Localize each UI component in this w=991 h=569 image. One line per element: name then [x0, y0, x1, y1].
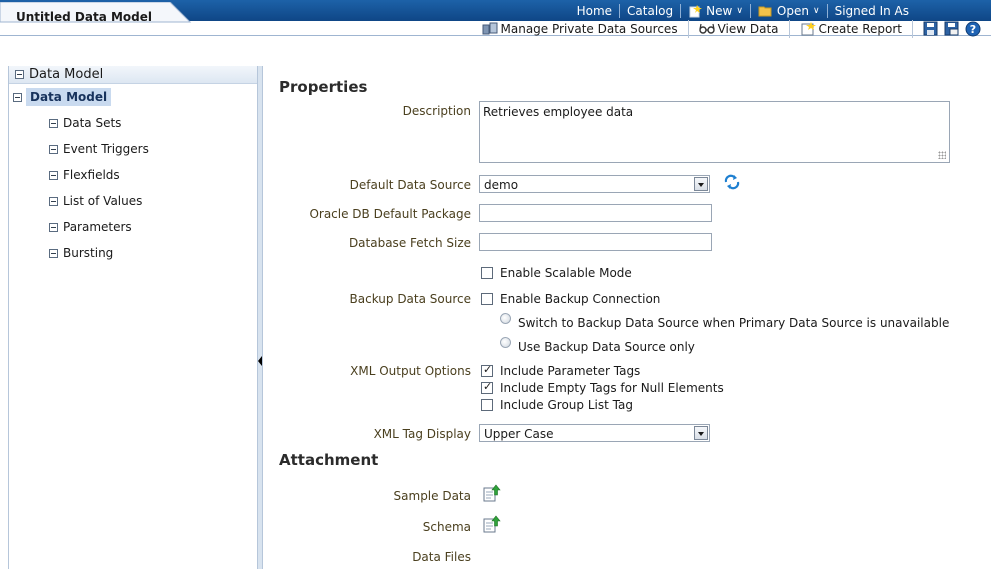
global-links: Home Catalog New ∨ Open ∨ Signed In As — [570, 3, 916, 19]
default-data-source-label: Default Data Source — [349, 178, 471, 192]
parameter-tags-label: Include Parameter Tags — [500, 364, 641, 378]
group-list-tag-checkbox[interactable] — [481, 399, 493, 411]
data-files-label: Data Files — [412, 550, 471, 564]
backup-data-source-label: Backup Data Source — [349, 292, 471, 306]
collapse-icon[interactable] — [15, 70, 24, 79]
save-as-icon[interactable] — [944, 21, 959, 36]
properties-panel: Properties Description Retrieves employe… — [264, 66, 991, 569]
collapse-icon[interactable] — [49, 118, 58, 128]
resize-handle-icon[interactable] — [938, 151, 946, 159]
xml-tag-display-value: Upper Case — [484, 427, 554, 441]
upload-icon[interactable] — [483, 515, 501, 533]
manage-data-sources-button[interactable]: Manage Private Data Sources — [472, 19, 689, 38]
empty-tags-checkbox[interactable] — [481, 380, 493, 394]
sample-data-label: Sample Data — [393, 489, 471, 503]
glasses-icon — [698, 23, 715, 34]
tree-item-event-triggers[interactable]: Event Triggers — [49, 136, 257, 162]
collapse-icon[interactable] — [49, 144, 58, 154]
backup-only-radio[interactable] — [500, 337, 511, 348]
upload-icon[interactable] — [483, 484, 501, 502]
new-menu[interactable]: New ∨ — [680, 4, 750, 18]
db-package-label: Oracle DB Default Package — [309, 207, 471, 221]
svg-text:?: ? — [970, 23, 976, 36]
chevron-down-icon: ∨ — [812, 6, 820, 16]
save-actions: ? — [913, 20, 991, 38]
properties-title: Properties — [279, 78, 368, 96]
save-icon[interactable] — [923, 21, 938, 36]
xml-tag-display-label: XML Tag Display — [373, 427, 471, 441]
group-list-tag-label: Include Group List Tag — [500, 398, 633, 412]
view-data-button[interactable]: View Data — [689, 19, 790, 38]
collapse-icon[interactable] — [49, 222, 58, 232]
db-package-input[interactable] — [479, 204, 712, 222]
collapse-icon[interactable] — [49, 196, 58, 206]
tree-item-flexfields[interactable]: Flexfields — [49, 162, 257, 188]
tree-item-parameters[interactable]: Parameters — [49, 214, 257, 240]
data-model-tree-panel: Data Model Data Model Data Sets Event Tr… — [8, 66, 258, 569]
tree-root-label: Data Model — [26, 88, 112, 106]
tree-item-data-sets[interactable]: Data Sets — [49, 110, 257, 136]
backup-connection-checkbox[interactable] — [481, 293, 493, 305]
chevron-down-icon: ∨ — [736, 6, 743, 16]
xml-tag-display-select[interactable]: Upper Case — [479, 424, 710, 442]
new-icon — [689, 4, 703, 17]
create-report-button[interactable]: Create Report — [790, 19, 913, 38]
fetch-size-input[interactable] — [479, 233, 712, 251]
description-label: Description — [402, 104, 471, 118]
panel-header[interactable]: Data Model — [9, 66, 257, 84]
tree-children: Data Sets Event Triggers Flexfields List… — [9, 110, 257, 266]
scalable-mode-label: Enable Scalable Mode — [500, 266, 632, 280]
collapse-icon[interactable] — [13, 92, 22, 102]
home-link[interactable]: Home — [570, 4, 619, 18]
dropdown-arrow-icon[interactable] — [694, 426, 708, 440]
description-textarea[interactable]: Retrieves employee data — [479, 101, 950, 163]
panel-splitter[interactable] — [258, 66, 263, 569]
top-bar: Untitled Data Model Home Catalog New ∨ Op… — [0, 0, 991, 38]
data-source-icon — [482, 22, 497, 34]
panel-title: Data Model — [29, 67, 104, 82]
backup-switch-label: Switch to Backup Data Source when Primar… — [518, 316, 950, 330]
toolbar: Manage Private Data Sources View Data Cr… — [472, 19, 991, 38]
default-data-source-select[interactable]: demo — [479, 175, 710, 193]
schema-label: Schema — [422, 520, 471, 534]
signed-in-label[interactable]: Signed In As — [826, 4, 916, 18]
backup-connection-label: Enable Backup Connection — [500, 292, 661, 306]
collapse-icon[interactable] — [49, 170, 58, 180]
tree-root-data-model[interactable]: Data Model — [13, 88, 257, 106]
tree-item-list-of-values[interactable]: List of Values — [49, 188, 257, 214]
tree-item-bursting[interactable]: Bursting — [49, 240, 257, 266]
help-icon[interactable]: ? — [965, 21, 981, 37]
scalable-mode-checkbox[interactable] — [481, 267, 493, 279]
backup-switch-radio[interactable] — [500, 313, 511, 324]
catalog-link[interactable]: Catalog — [619, 4, 680, 18]
description-value: Retrieves employee data — [483, 105, 634, 119]
empty-tags-label: Include Empty Tags for Null Elements — [500, 381, 724, 395]
fetch-size-label: Database Fetch Size — [348, 236, 471, 250]
open-menu[interactable]: Open ∨ — [749, 4, 827, 18]
default-data-source-value: demo — [484, 178, 519, 192]
attachment-title: Attachment — [279, 451, 379, 469]
dropdown-arrow-icon[interactable] — [694, 177, 708, 191]
collapse-icon[interactable] — [49, 248, 58, 258]
folder-icon — [758, 6, 772, 17]
document-tab[interactable]: Untitled Data Model — [0, 2, 195, 32]
document-tab-title: Untitled Data Model — [16, 10, 152, 24]
parameter-tags-checkbox[interactable] — [481, 363, 493, 377]
report-icon — [801, 21, 816, 35]
xml-output-options-label: XML Output Options — [350, 364, 471, 378]
refresh-icon[interactable] — [723, 174, 741, 190]
collapse-arrow-icon[interactable] — [258, 356, 262, 366]
backup-only-label: Use Backup Data Source only — [518, 340, 695, 354]
